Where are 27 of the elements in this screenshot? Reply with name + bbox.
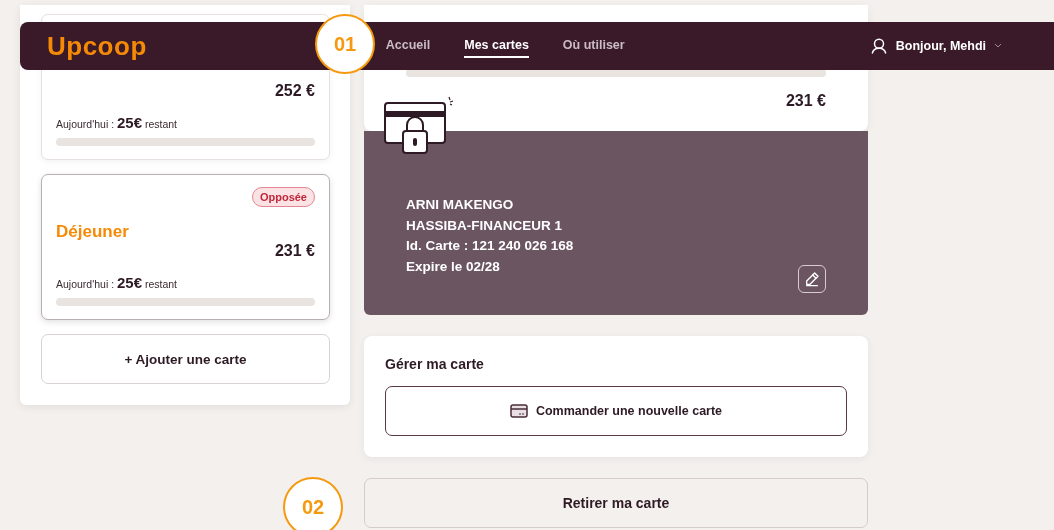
edit-button[interactable] xyxy=(798,265,826,293)
card-info-line: Expire le 02/28 xyxy=(406,257,501,276)
card-amount: 231 € xyxy=(274,241,315,261)
daily-remaining: Aujourd'hui : 25€ restant xyxy=(56,275,179,292)
daily-remaining: Aujourd'hui : 25€ restant xyxy=(56,115,179,132)
nav-link[interactable]: Accueil xyxy=(385,34,431,58)
card-amount: 252 € xyxy=(274,81,315,101)
status-badge: Opposée xyxy=(251,187,315,207)
user-icon xyxy=(869,37,888,55)
logo[interactable]: Upcoop xyxy=(47,30,147,62)
add-card-button[interactable]: + Ajouter une carte xyxy=(41,334,330,384)
pencil-icon xyxy=(804,271,820,287)
nav-link[interactable]: Mes cartes xyxy=(464,34,529,58)
card-amount: 231 € xyxy=(785,91,826,111)
remove-card-button[interactable]: Retirer ma carte xyxy=(364,478,868,528)
card-title: Déjeuner xyxy=(56,222,130,242)
card-info-line: ARNI MAKENGO xyxy=(406,196,515,214)
card-info-line: Id. Carte : 121 240 026 168 xyxy=(406,237,574,255)
card-item[interactable]: Opposée Déjeuner 231 € Aujourd'hui : 25€ restant xyxy=(41,174,330,320)
section-title: Gérer ma carte xyxy=(385,356,485,372)
user-menu[interactable]: Bonjour, Mehdi xyxy=(863,36,1008,56)
step-marker: 02 xyxy=(283,477,343,530)
chevron-down-icon xyxy=(994,43,1002,49)
credit-card-icon xyxy=(509,404,528,418)
card-info-line: HASSIBA-FINANCEUR 1 xyxy=(406,216,563,235)
nav-link[interactable]: Où utiliser xyxy=(562,34,625,58)
order-card-button[interactable]: Commander une nouvelle carte xyxy=(385,386,847,436)
